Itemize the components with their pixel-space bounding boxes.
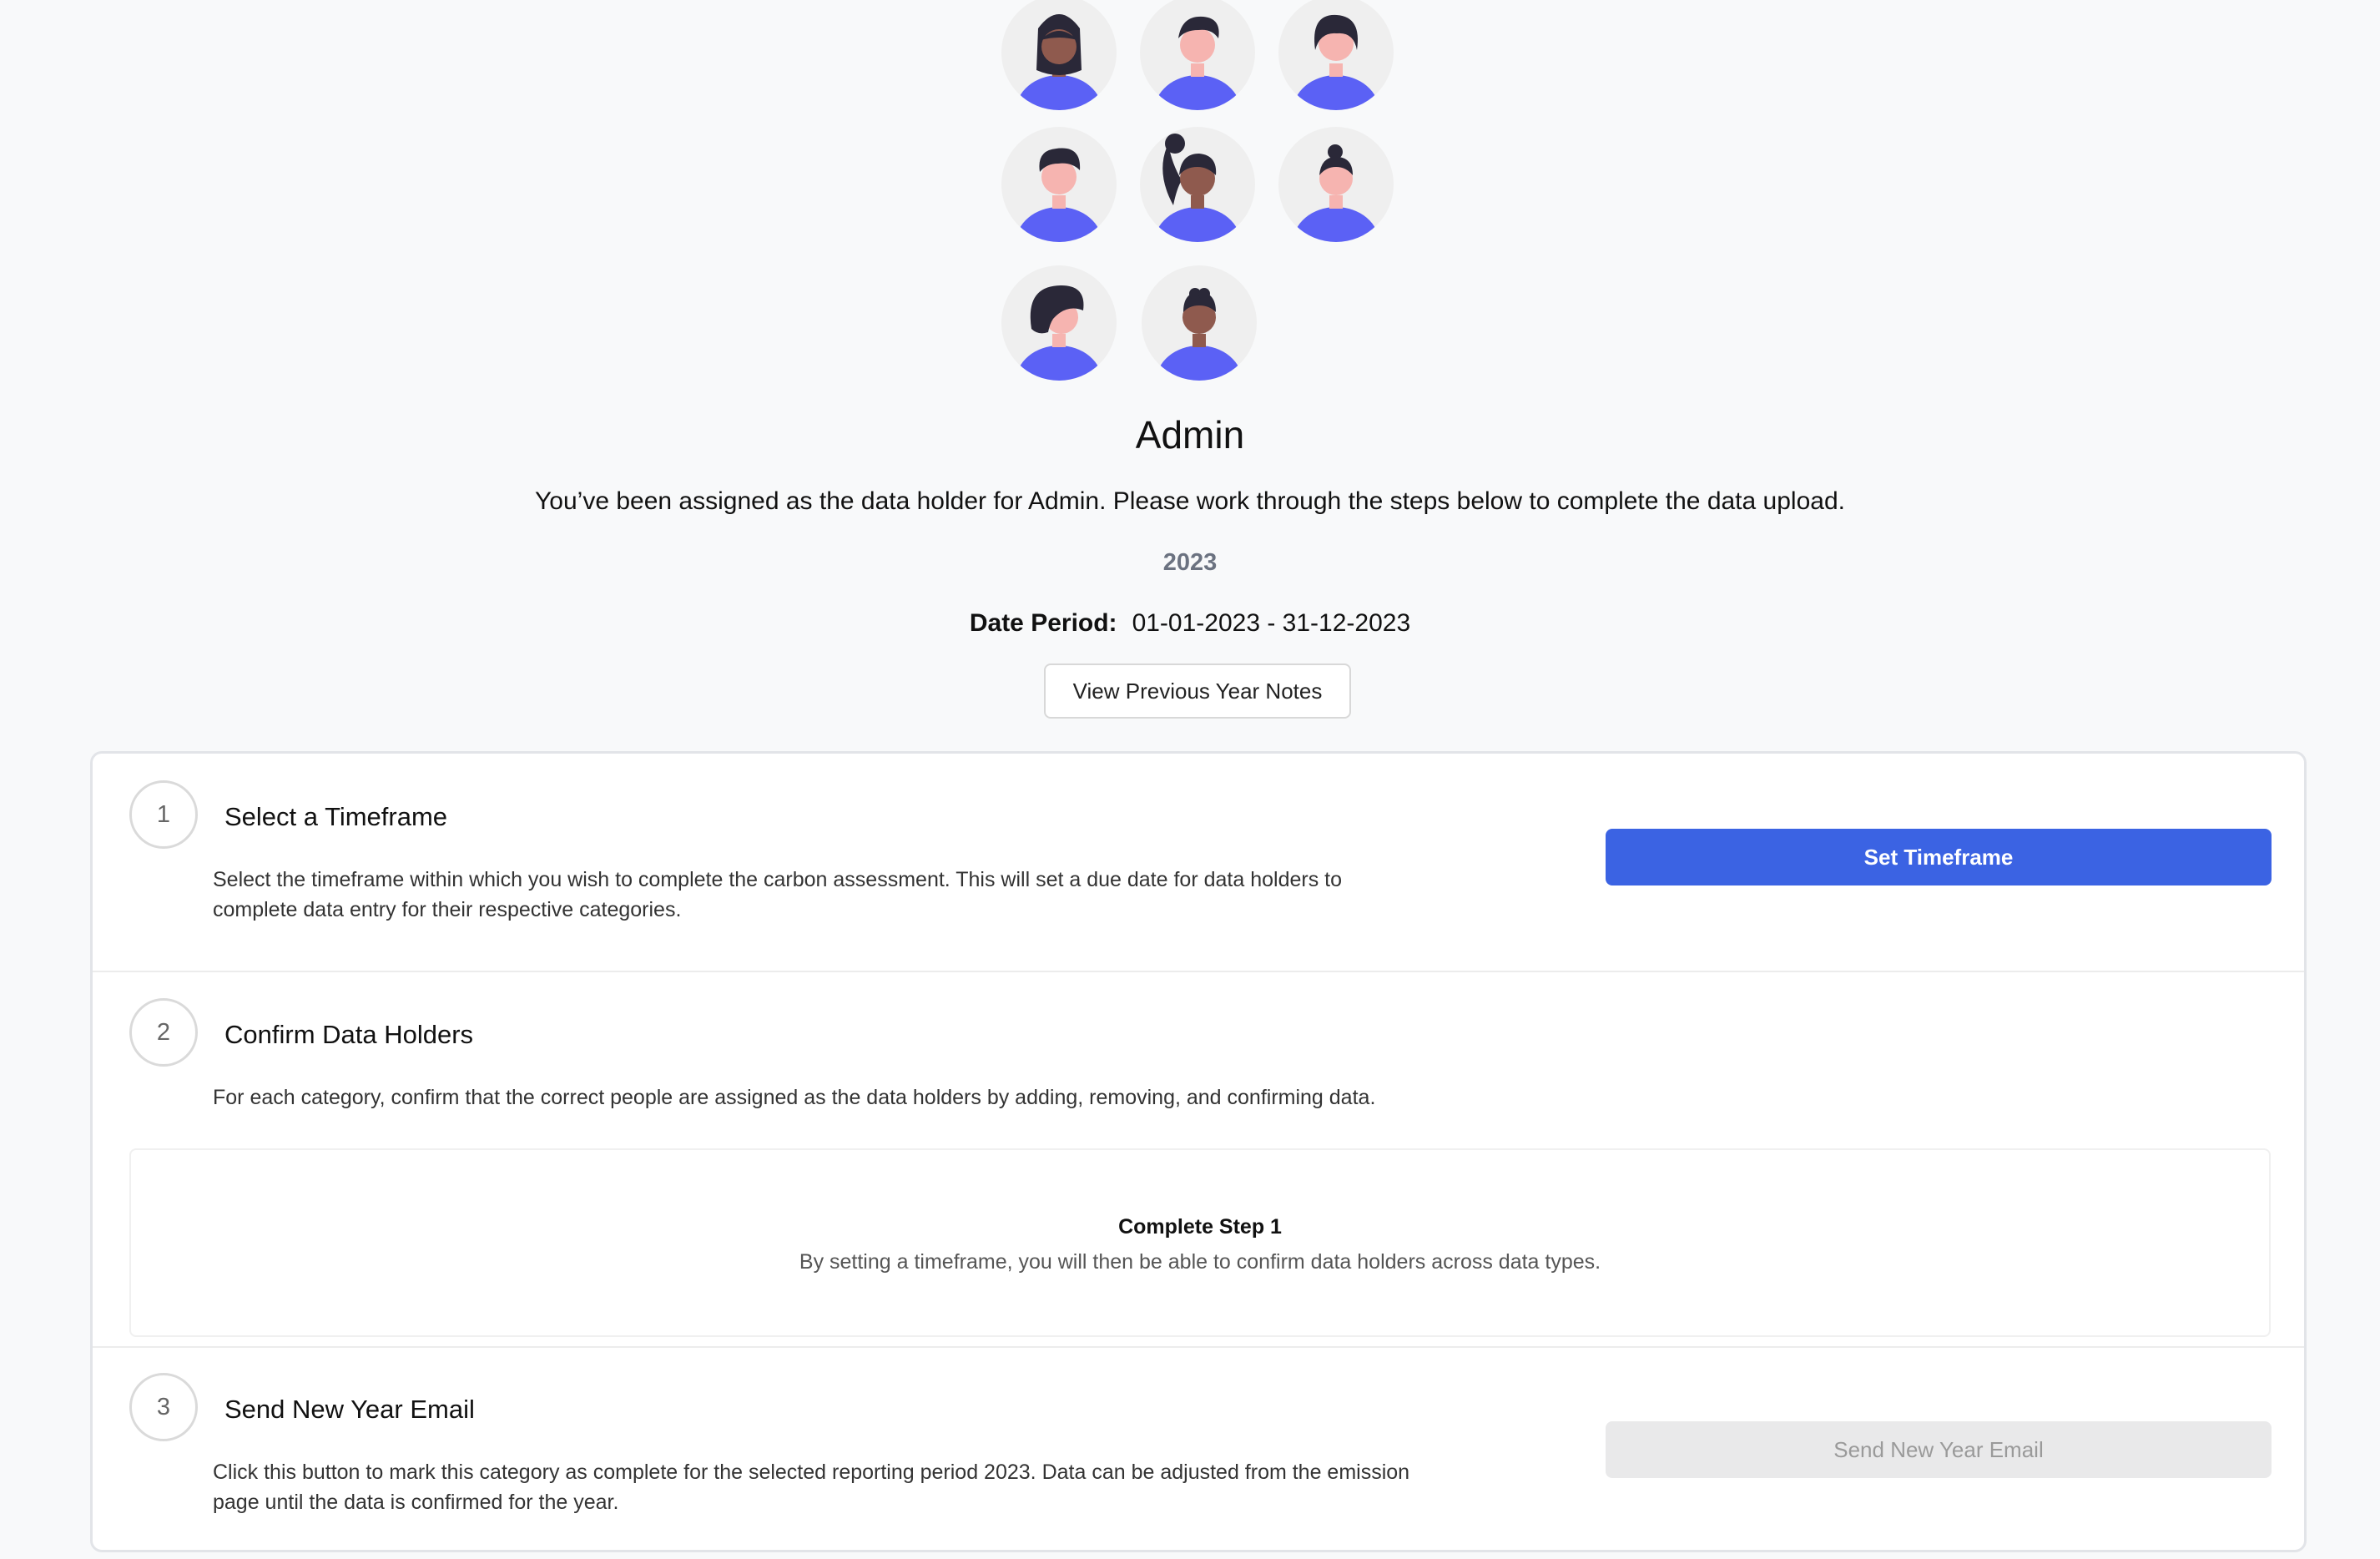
date-period-label: Date Period:: [969, 609, 1117, 637]
step-number: 1: [129, 780, 198, 849]
step-confirm-data-holders: 2 Confirm Data Holders For each category…: [93, 972, 2304, 1348]
step-description: For each category, confirm that the corr…: [213, 1082, 1375, 1112]
person-long-hair-icon: [1016, 14, 1102, 110]
step-description-line: Select the timeframe within which you wi…: [213, 868, 1342, 891]
person-side-swept-hair-icon: [1016, 285, 1102, 381]
person-bob-hair-icon: [1293, 14, 1379, 110]
step-description-line: Click this button to mark this category …: [213, 1461, 1410, 1484]
reporting-year: 2023: [1162, 549, 1218, 576]
empty-state-message: By setting a timeframe, you will then be…: [799, 1250, 1601, 1274]
person-bun-hair-icon: [1293, 144, 1379, 242]
avatar: [1140, 127, 1255, 242]
step-description-line: complete data entry for their respective…: [213, 898, 682, 921]
avatar: [1001, 265, 1117, 381]
empty-state: Complete Step 1 By setting a timeframe, …: [129, 1148, 2271, 1337]
set-timeframe-button[interactable]: Set Timeframe: [1606, 829, 2272, 885]
step-description-line: For each category, confirm that the corr…: [213, 1086, 1376, 1109]
step-select-timeframe: 1 Select a Timeframe Select the timefram…: [93, 754, 2304, 972]
assignment-message: You’ve been assigned as the data holder …: [535, 487, 1845, 515]
send-new-year-email-button[interactable]: Send New Year Email: [1606, 1421, 2272, 1478]
empty-state-title: Complete Step 1: [1118, 1215, 1282, 1239]
avatar: [1001, 127, 1117, 242]
step-description: Select the timeframe within which you wi…: [213, 865, 1342, 925]
avatar: [1278, 127, 1394, 242]
view-previous-year-notes-button[interactable]: View Previous Year Notes: [1044, 663, 1351, 719]
role-title: Admin: [1135, 413, 1245, 457]
person-curly-hair-icon: [1016, 148, 1102, 242]
step-description-line: page until the data is confirmed for the…: [213, 1491, 619, 1514]
step-number: 3: [129, 1373, 198, 1441]
date-period-value: 01-01-2023 - 31-12-2023: [1132, 609, 1411, 637]
avatar: [1001, 0, 1117, 110]
step-description: Click this button to mark this category …: [213, 1457, 1409, 1517]
step-number: 2: [129, 998, 198, 1067]
avatar: [1140, 0, 1255, 110]
date-period: Date Period: 01-01-2023 - 31-12-2023: [0, 609, 2380, 638]
avatar: [1278, 0, 1394, 110]
step-send-new-year-email: 3 Send New Year Email Click this button …: [93, 1348, 2304, 1550]
steps-card: 1 Select a Timeframe Select the timefram…: [90, 751, 2307, 1552]
step-title: Select a Timeframe: [224, 802, 448, 831]
avatar: [1142, 265, 1257, 381]
step-title: Send New Year Email: [224, 1395, 475, 1424]
person-ponytail-icon: [1154, 134, 1241, 242]
person-short-curly-hair-icon: [1156, 288, 1243, 381]
data-holder-avatars: [1001, 0, 1394, 387]
page: Admin You’ve been assigned as the data h…: [0, 0, 2380, 1559]
person-short-hair-icon: [1154, 16, 1241, 110]
step-title: Confirm Data Holders: [224, 1020, 474, 1049]
